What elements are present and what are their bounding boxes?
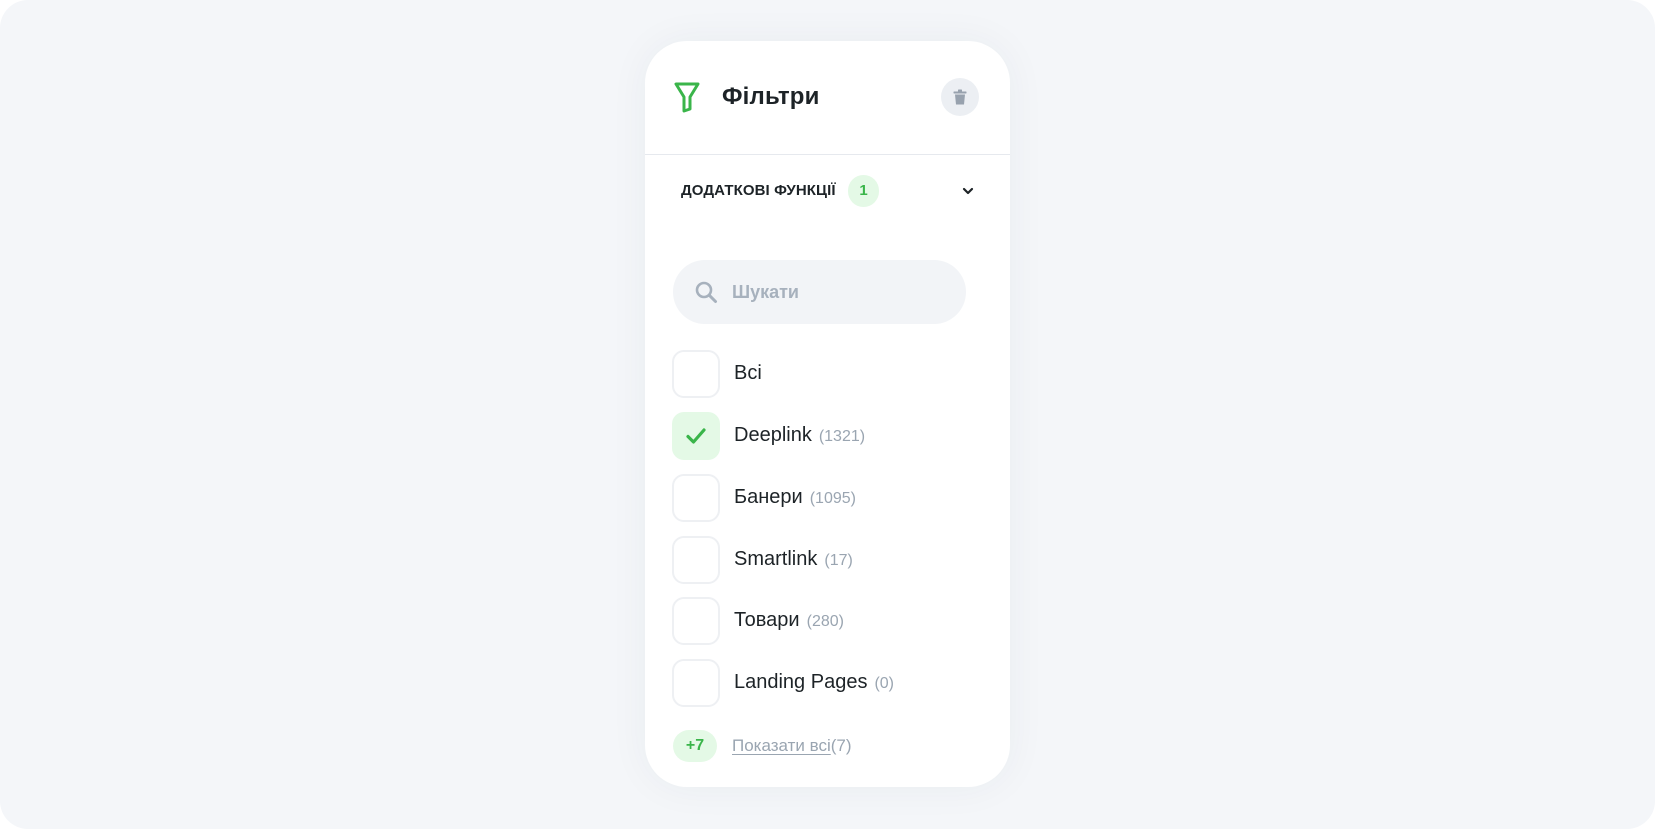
option-count: (1095) xyxy=(809,490,856,507)
option-products[interactable]: Товари (280) xyxy=(672,597,972,645)
option-count: (0) xyxy=(874,675,895,692)
filters-header: Фільтри xyxy=(645,41,1010,155)
option-label: Deeplink xyxy=(734,424,812,446)
more-count-badge: +7 xyxy=(673,730,717,762)
checkbox[interactable] xyxy=(672,350,720,398)
checkbox[interactable] xyxy=(672,412,720,460)
show-all-count: (7) xyxy=(830,736,852,755)
filters-panel: Фільтри ДОДАТКОВІ ФУНКЦІЇ 1 Шукати Всі D… xyxy=(645,41,1010,787)
trash-icon xyxy=(953,89,967,105)
option-label: Товари xyxy=(734,609,800,631)
checkbox[interactable] xyxy=(672,536,720,584)
option-label: Smartlink xyxy=(734,548,818,570)
option-landing-pages[interactable]: Landing Pages (0) xyxy=(672,659,972,707)
option-label: Landing Pages xyxy=(734,671,868,693)
show-all-label: Показати всі xyxy=(732,736,831,755)
checkbox[interactable] xyxy=(672,597,720,645)
option-count: (280) xyxy=(806,613,844,630)
option-all[interactable]: Всі xyxy=(672,350,972,398)
selected-count-badge: 1 xyxy=(848,175,879,207)
option-label: Всі xyxy=(734,362,762,384)
option-banners[interactable]: Банери (1095) xyxy=(672,474,972,522)
filter-icon xyxy=(674,82,700,113)
search-icon xyxy=(695,281,717,303)
checkbox[interactable] xyxy=(672,474,720,522)
section-title: ДОДАТКОВІ ФУНКЦІЇ xyxy=(681,182,836,199)
page-background: Фільтри ДОДАТКОВІ ФУНКЦІЇ 1 Шукати Всі D… xyxy=(0,0,1655,829)
option-label: Банери xyxy=(734,486,803,508)
option-count: (1321) xyxy=(818,428,866,445)
option-count: (17) xyxy=(824,552,853,569)
clear-filters-button[interactable] xyxy=(941,78,979,116)
chevron-down-icon[interactable] xyxy=(961,184,975,198)
checkbox[interactable] xyxy=(672,659,720,707)
search-box xyxy=(673,260,966,324)
option-smartlink[interactable]: Smartlink (17) xyxy=(672,536,972,584)
check-icon xyxy=(686,428,706,444)
additional-features-section[interactable]: ДОДАТКОВІ ФУНКЦІЇ 1 xyxy=(681,175,981,207)
show-all-link[interactable]: Показати всі(7) xyxy=(732,736,852,756)
option-deeplink[interactable]: Deeplink (1321) xyxy=(672,412,972,460)
search-input[interactable] xyxy=(732,260,952,324)
page-title: Фільтри xyxy=(722,83,820,110)
